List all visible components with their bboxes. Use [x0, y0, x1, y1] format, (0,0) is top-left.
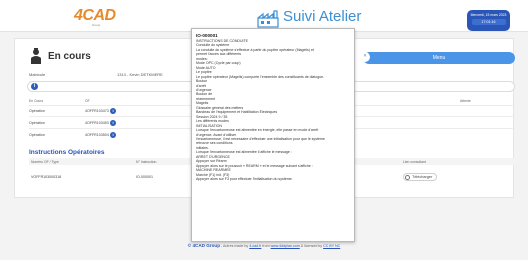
footer-link-4ddplan[interactable]: www.4ddplan.com	[271, 244, 300, 248]
datetime-badge: Mercredi, 15 mars 2023 17:01:16	[467, 10, 510, 31]
matricule-value: 1313 - Kevin DETKMERE	[117, 72, 163, 77]
download-button[interactable]: Télécharger	[403, 173, 438, 181]
chevron-up-icon[interactable]: ^	[360, 52, 370, 62]
row-status: Opération	[29, 121, 45, 125]
instruction-number[interactable]: IO-000001	[136, 175, 153, 179]
row-of-link[interactable]: 4OFFR103473	[85, 109, 109, 113]
column-header-attente: Attente	[460, 99, 471, 103]
menu-button[interactable]: Menu	[363, 52, 515, 64]
instruction-tooltip: IO-000001 INSTRUCTIONS DE CONDUITE Condui…	[191, 28, 355, 242]
info-icon[interactable]: i	[110, 120, 116, 126]
column-header-lien: Lien consultant	[403, 160, 426, 164]
worker-icon	[31, 48, 41, 64]
factory-icon	[257, 10, 279, 28]
tooltip-content: INSTRUCTIONS DE CONDUITE Conduite du syst…	[196, 39, 350, 182]
footer-link-4cad[interactable]: 4-cad.fr	[249, 244, 261, 248]
info-icon[interactable]: i	[110, 108, 116, 114]
tooltip-line: Appuyer alors sur F3 pour effectuer l'in…	[196, 177, 293, 182]
instructions-title: Instructions Opératoires	[29, 149, 105, 156]
footer-link-license[interactable]: CC BY NC	[323, 244, 340, 248]
footer: © 4CAD Group - Autres made by 4-cad.fr f…	[0, 242, 528, 260]
instruction-of-type: VOFFR103000318	[31, 175, 62, 179]
download-icon	[405, 174, 410, 180]
row-status: Opération	[29, 133, 45, 137]
status-title: En cours	[48, 51, 91, 62]
info-icon[interactable]: i	[110, 132, 116, 138]
footer-text: - Autres made by	[220, 244, 250, 248]
info-icon[interactable]: i	[31, 83, 38, 90]
column-header-instruction: N° Instruction	[136, 160, 157, 164]
footer-text-tail: & licensed by	[299, 244, 324, 248]
app-title: Suivi Atelier	[283, 8, 362, 25]
column-header-of-type: Numéro OF / Type	[31, 160, 59, 164]
column-header-of: OF	[85, 99, 90, 103]
row-of-link[interactable]: 4OFFR103493	[85, 121, 109, 125]
download-label: Télécharger	[412, 175, 433, 179]
row-status: Opération	[29, 109, 45, 113]
date-label: Mercredi, 15 mars 2023	[470, 13, 507, 17]
footer-text-mid: from	[261, 244, 271, 248]
row-of-link[interactable]: 4OFFR103504	[85, 133, 109, 137]
time-label: 17:01:16	[471, 18, 506, 25]
column-header-en-cours: En Cours	[29, 99, 44, 103]
company-logo-subtitle: Group	[92, 23, 101, 27]
footer-brand: © 4CAD Group	[187, 243, 221, 248]
matricule-label: Matricule	[29, 72, 46, 77]
